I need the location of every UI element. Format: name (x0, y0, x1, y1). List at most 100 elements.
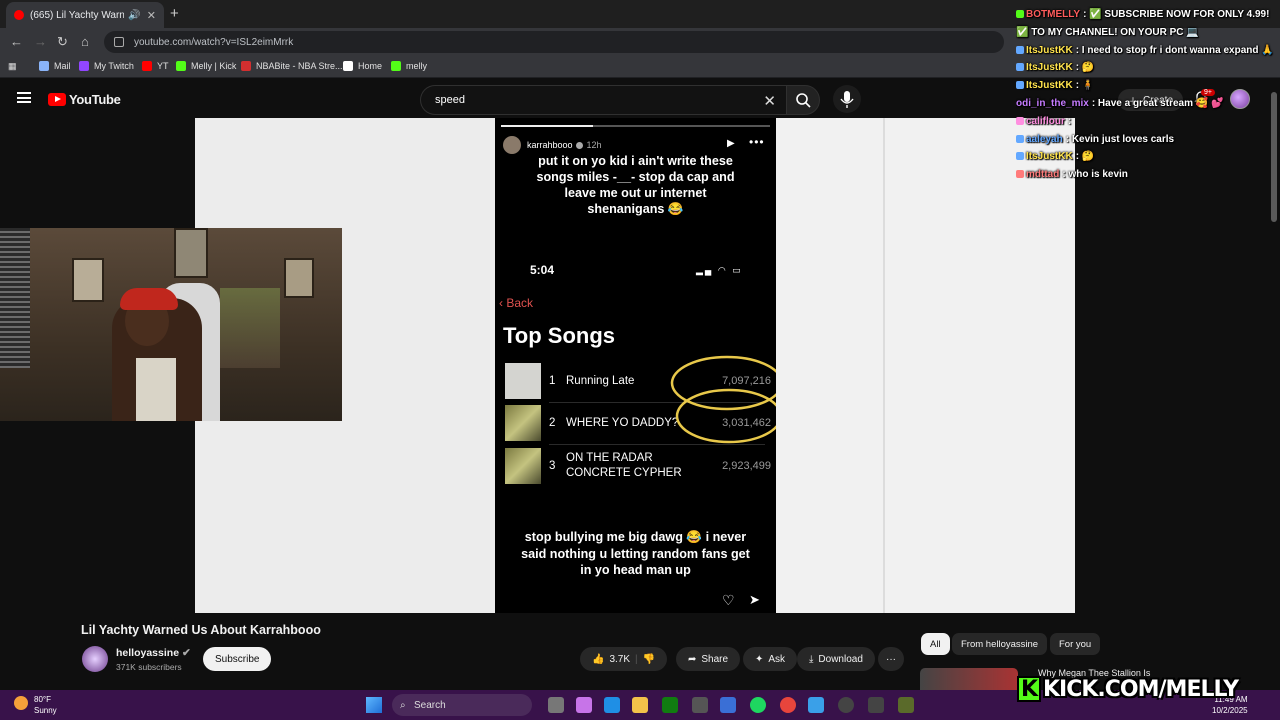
site-info-icon[interactable] (114, 37, 124, 47)
bookmark-melly[interactable]: melly (391, 61, 427, 71)
chrome-icon[interactable] (780, 697, 796, 713)
app-icon[interactable] (808, 697, 824, 713)
copilot-icon[interactable] (576, 697, 592, 713)
battery-icon: ▭ (732, 265, 743, 275)
chat-message: ItsJustKK: 🤔 (1016, 59, 1280, 77)
story-avatar (503, 136, 521, 154)
thumbs-down-icon[interactable]: 👎 (643, 654, 655, 665)
shelf (220, 288, 280, 368)
back-arrow-icon[interactable]: ← (10, 34, 23, 49)
search-input[interactable]: speed ✕ (420, 85, 786, 115)
sun-icon (14, 696, 28, 710)
bookmark-mail[interactable]: Mail (39, 61, 71, 71)
video-player[interactable]: karrahbooo 12h ▶ ••• put it on yo kid i … (495, 118, 776, 613)
window-blinds (0, 228, 30, 368)
recommended-thumbnail[interactable] (920, 668, 1018, 690)
nba-icon (241, 61, 251, 71)
task-view-icon[interactable] (548, 697, 564, 713)
song-title: ON THE RADAR CONCRETE CYPHER (566, 452, 682, 479)
stream-chat-overlay: BOTMELLY: ✅ SUBSCRIBE NOW FOR ONLY 4.99!… (1016, 6, 1280, 184)
bookmark-home[interactable]: Home (343, 61, 382, 71)
divider (549, 402, 765, 403)
wall-poster (174, 228, 208, 278)
download-button[interactable]: ⤓ Download (797, 647, 875, 671)
weather-text: 80°F Sunny (34, 695, 57, 715)
chat-message: BOTMELLY: ✅ SUBSCRIBE NOW FOR ONLY 4.99!… (1016, 9, 1270, 38)
youtube-icon (142, 61, 152, 71)
channel-avatar[interactable] (82, 646, 108, 672)
browser-tab[interactable]: (665) Lil Yachty Warned Us 🔊 ✕ (6, 2, 164, 28)
app-icon[interactable] (898, 697, 914, 713)
thumbs-up-icon: 👍 (592, 653, 605, 665)
kick-logo-icon: K (1017, 676, 1041, 702)
bookmark-melly-kick[interactable]: Melly | Kick (176, 61, 236, 71)
app-icon[interactable] (868, 697, 884, 713)
kick-icon (391, 61, 401, 71)
subscriber-count: 371K subscribers (116, 662, 182, 672)
clear-search-icon[interactable]: ✕ (763, 92, 776, 110)
badge-icon (1016, 10, 1024, 18)
speaker-icon[interactable]: 🔊 (128, 10, 140, 21)
chip-all[interactable]: All (921, 633, 950, 655)
voice-search-button[interactable] (833, 85, 861, 113)
divider (549, 444, 765, 445)
like-button[interactable]: 👍 3.7K | 👎 (580, 647, 668, 671)
forward-arrow-icon[interactable]: → (34, 34, 47, 49)
chip-for-you[interactable]: For you (1050, 633, 1101, 655)
song-row: 2 WHERE YO DADDY? 3,031,462 (505, 405, 771, 441)
story-header: karrahbooo 12h (503, 136, 602, 154)
share-button[interactable]: ➦ Share (676, 647, 741, 671)
song-plays: 2,923,499 (722, 460, 771, 472)
song-rank: 3 (549, 460, 556, 472)
search-icon: ⌕ (400, 699, 406, 711)
home-icon[interactable]: ⌂ (81, 34, 89, 49)
verified-icon (575, 141, 583, 149)
tank-top (136, 358, 176, 421)
video-seam (883, 118, 885, 613)
search-button[interactable] (786, 85, 820, 115)
chat-message: mdttad: who is kevin (1016, 166, 1280, 184)
chat-message: ItsJustKK: 🧍 (1016, 77, 1280, 95)
heart-icon: ♡ (722, 592, 735, 608)
story-progress-bar (501, 125, 770, 127)
chat-message: ItsJustKK: 🤔 (1016, 148, 1280, 166)
streamer-webcam (0, 228, 342, 421)
channel-name[interactable]: helloyassine ✔ (116, 647, 191, 659)
search-value: speed (435, 94, 465, 106)
edge-icon[interactable] (604, 697, 620, 713)
song-plays: 7,097,216 (722, 375, 771, 387)
close-tab-icon[interactable]: ✕ (147, 9, 156, 22)
file-explorer-icon[interactable] (632, 697, 648, 713)
store-icon[interactable] (720, 697, 736, 713)
top-songs-heading: Top Songs (503, 323, 616, 348)
bookmark-my-twitch[interactable]: My Twitch (79, 61, 134, 71)
bookmark-nbabite[interactable]: NBABite - NBA Stre... (241, 61, 343, 71)
story-time-ago: 12h (586, 140, 602, 150)
song-plays: 3,031,462 (722, 417, 771, 429)
url-field[interactable]: youtube.com/watch?v=ISL2eimMrrk (104, 31, 1004, 53)
xbox-icon[interactable] (662, 697, 678, 713)
media-icon[interactable] (838, 697, 854, 713)
reload-icon[interactable]: ↻ (57, 34, 68, 50)
bookmark-yt[interactable]: YT (142, 61, 169, 71)
menu-icon[interactable] (17, 92, 31, 103)
badge-icon (1016, 116, 1024, 125)
send-icon: ➤ (749, 592, 760, 607)
ask-button[interactable]: ✦ Ask (743, 647, 798, 671)
apps-grid-icon[interactable]: ▦ (8, 61, 17, 72)
spotify-icon[interactable] (750, 697, 766, 713)
subscribe-button[interactable]: Subscribe (203, 647, 272, 671)
share-icon: ➦ (688, 653, 697, 665)
badge-icon (1016, 45, 1024, 54)
sparkle-icon: ✦ (755, 653, 764, 665)
more-actions-button[interactable]: ··· (878, 647, 904, 671)
chip-from-channel[interactable]: From helloyassine (952, 633, 1048, 655)
new-tab-icon[interactable]: + (170, 5, 179, 22)
badge-icon (1016, 63, 1024, 72)
windows-start-icon[interactable] (366, 697, 382, 713)
app-icon[interactable] (692, 697, 708, 713)
story-username: karrahbooo (527, 140, 573, 150)
song-title: Running Late (566, 374, 635, 387)
taskbar-search[interactable]: ⌕ Search (392, 694, 532, 716)
youtube-logo[interactable]: YouTube (48, 92, 121, 107)
